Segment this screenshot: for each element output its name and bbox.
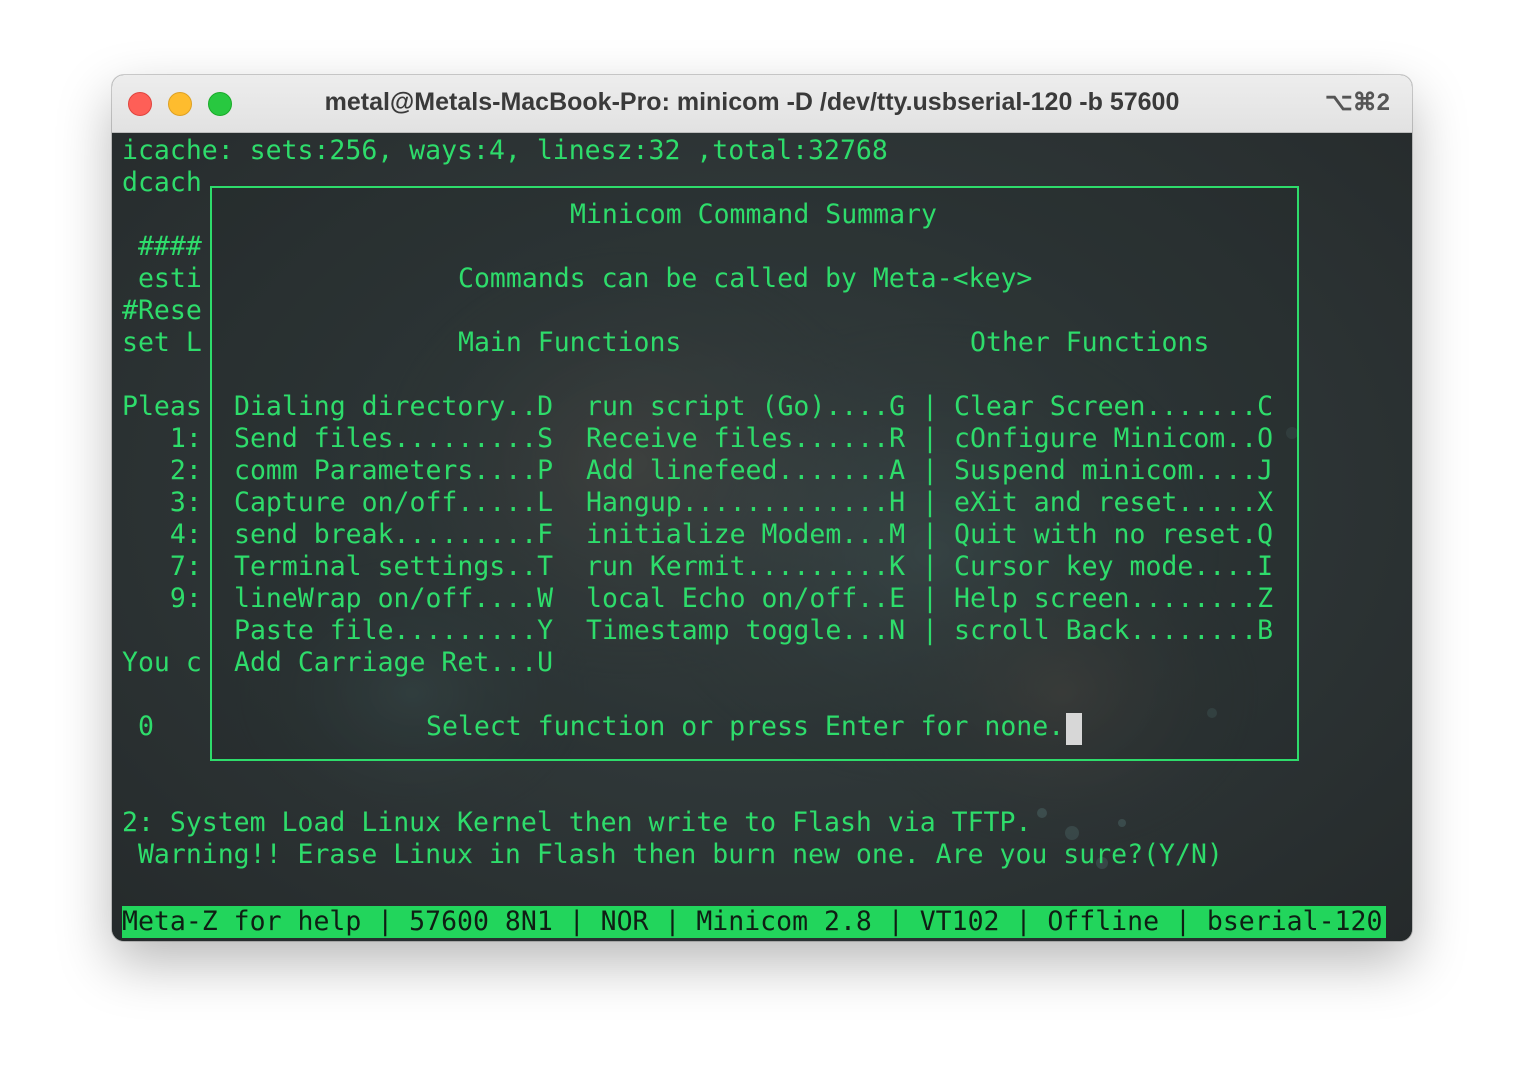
menu-item-clear-screen[interactable]: Clear Screen.......C xyxy=(954,391,1273,423)
menu-item-timestamp-toggle[interactable]: Timestamp toggle...N xyxy=(586,615,905,647)
menu-item-initialize-modem[interactable]: initialize Modem...M xyxy=(586,519,905,551)
terminal-fragment: 9: xyxy=(122,583,202,614)
menu-item-send-break[interactable]: send break.........F xyxy=(234,519,553,551)
terminal-line-icache: icache: sets:256, ways:4, linesz:32 ,tot… xyxy=(122,135,888,166)
terminal-fragment: 1: xyxy=(122,423,202,454)
terminal-fragment: #Rese xyxy=(122,295,202,326)
menu-item-capture[interactable]: Capture on/off.....L xyxy=(234,487,553,519)
menu-item-add-carriage-ret[interactable]: Add Carriage Ret...U xyxy=(234,647,553,679)
close-button[interactable] xyxy=(128,92,152,116)
column-separator: | xyxy=(922,391,938,422)
menu-item-paste-file[interactable]: Paste file.........Y xyxy=(234,615,553,647)
column-separator: | xyxy=(922,551,938,582)
status-bar-text: Meta-Z for help | 57600 8N1 | NOR | Mini… xyxy=(122,906,1383,937)
menu-item-hangup[interactable]: Hangup.............H xyxy=(586,487,905,519)
terminal-fragment: set L xyxy=(122,327,202,358)
menu-item-comm-parameters[interactable]: comm Parameters....P xyxy=(234,455,553,487)
terminal-fragment: 7: xyxy=(122,551,202,582)
window-shortcut: ⌥⌘2 xyxy=(1324,89,1390,116)
terminal-fragment: 2: xyxy=(122,455,202,486)
title-bar[interactable]: metal@Metals-MacBook-Pro: minicom -D /de… xyxy=(112,75,1412,133)
main-functions-header: Main Functions xyxy=(458,327,682,358)
column-separator: | xyxy=(922,423,938,454)
terminal-fragment: dcach xyxy=(122,167,202,198)
menu-item-run-kermit[interactable]: run Kermit.........K xyxy=(586,551,905,583)
menu-item-receive-files[interactable]: Receive files......R xyxy=(586,423,905,455)
dialog-title: Minicom Command Summary xyxy=(570,199,937,230)
terminal-fragment: You c xyxy=(122,647,202,678)
terminal-fragment: esti xyxy=(122,263,202,294)
other-functions-header: Other Functions xyxy=(970,327,1210,358)
zoom-button[interactable] xyxy=(208,92,232,116)
menu-item-exit-and-reset[interactable]: eXit and reset.....X xyxy=(954,487,1273,519)
menu-item-dialing-directory[interactable]: Dialing directory..D xyxy=(234,391,553,423)
column-separator: | xyxy=(922,519,938,550)
window-title: metal@Metals-MacBook-Pro: minicom -D /de… xyxy=(324,88,1180,116)
text-cursor xyxy=(1066,713,1082,745)
menu-item-linewrap[interactable]: lineWrap on/off....W xyxy=(234,583,553,615)
menu-item-configure-minicom[interactable]: cOnfigure Minicom..O xyxy=(954,423,1273,455)
terminal-fragment: Pleas xyxy=(122,391,202,422)
menu-item-terminal-settings[interactable]: Terminal settings..T xyxy=(234,551,553,583)
column-separator: | xyxy=(922,583,938,614)
dialog-subtitle: Commands can be called by Meta-<key> xyxy=(458,263,1033,294)
menu-item-run-script[interactable]: run script (Go)....G xyxy=(586,391,905,423)
menu-item-suspend-minicom[interactable]: Suspend minicom....J xyxy=(954,455,1273,487)
terminal-fragment: 0 xyxy=(122,711,154,742)
column-separator: | xyxy=(922,455,938,486)
menu-item-quit-no-reset[interactable]: Quit with no reset.Q xyxy=(954,519,1273,551)
column-separator: | xyxy=(922,615,938,646)
terminal-fragment: 4: xyxy=(122,519,202,550)
terminal-fragment: 3: xyxy=(122,487,202,518)
terminal-line-tftp: 2: System Load Linux Kernel then write t… xyxy=(122,807,1032,838)
terminal-window: metal@Metals-MacBook-Pro: minicom -D /de… xyxy=(112,75,1412,941)
column-separator: | xyxy=(922,487,938,518)
terminal-fragment: #### xyxy=(122,231,202,262)
menu-item-add-linefeed[interactable]: Add linefeed.......A xyxy=(586,455,905,487)
status-bar: Meta-Z for help | 57600 8N1 | NOR | Mini… xyxy=(122,906,1386,938)
menu-item-send-files[interactable]: Send files.........S xyxy=(234,423,553,455)
menu-item-scroll-back[interactable]: scroll Back........B xyxy=(954,615,1273,647)
menu-item-local-echo[interactable]: local Echo on/off..E xyxy=(586,583,905,615)
menu-item-help-screen[interactable]: Help screen........Z xyxy=(954,583,1273,615)
menu-item-cursor-key-mode[interactable]: Cursor key mode....I xyxy=(954,551,1273,583)
terminal-line-warning: Warning!! Erase Linux in Flash then burn… xyxy=(122,839,1223,870)
dialog-prompt: Select function or press Enter for none. xyxy=(426,711,1065,742)
terminal-area[interactable]: icache: sets:256, ways:4, linesz:32 ,tot… xyxy=(112,133,1412,941)
minimize-button[interactable] xyxy=(168,92,192,116)
